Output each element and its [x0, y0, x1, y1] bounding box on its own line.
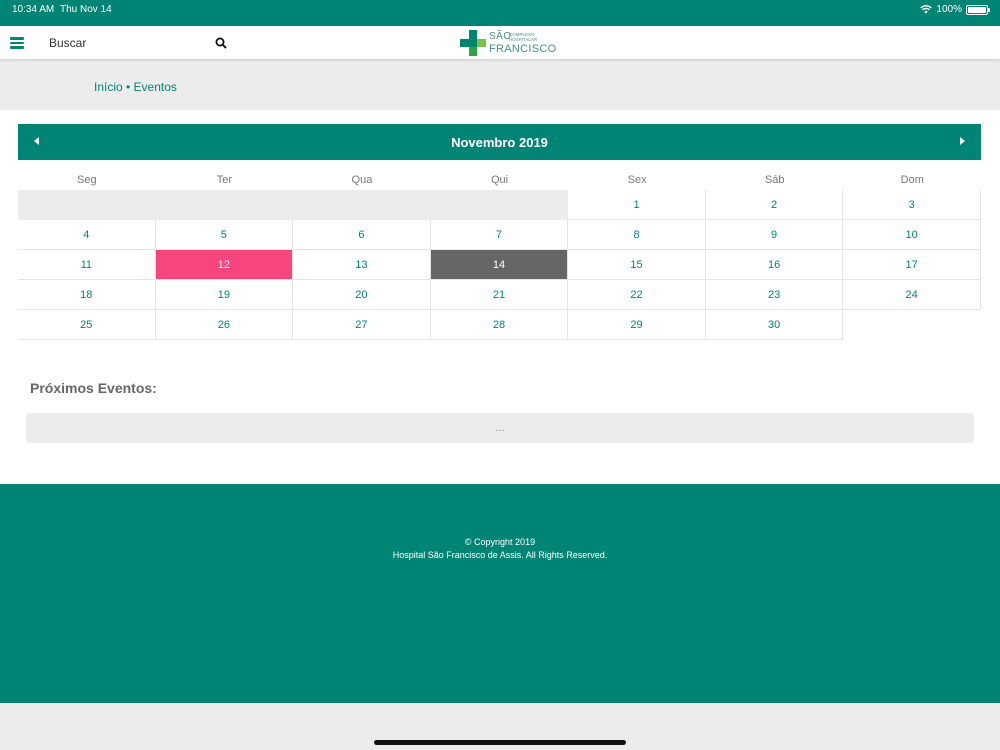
next-month-icon[interactable]	[960, 137, 965, 145]
calendar-day[interactable]: 9	[705, 220, 844, 250]
calendar-empty-cell	[430, 190, 569, 220]
calendar-week-row: 4 5 6 7 8 9 10	[18, 220, 981, 250]
calendar-day[interactable]: 8	[568, 220, 706, 250]
weekday-header: Seg Ter Qua Qui Sex Sáb Dom	[18, 170, 981, 190]
calendar-day[interactable]: 4	[18, 220, 156, 250]
calendar-day[interactable]: 23	[705, 280, 844, 310]
calendar-day[interactable]: 22	[568, 280, 706, 310]
search-icon[interactable]	[215, 37, 227, 49]
calendar-week-row: 123	[18, 190, 981, 220]
calendar-day[interactable]: 6	[293, 220, 431, 250]
weekday-label: Qui	[490, 174, 509, 186]
status-date: Thu Nov 14	[60, 4, 112, 15]
top-header: Buscar SÃO COMPLEXO HOSPITALAR FRANCISCO	[0, 26, 1000, 59]
weekday-label: Seg	[77, 174, 97, 186]
search-input[interactable]: Buscar	[49, 36, 86, 50]
menu-icon[interactable]	[10, 37, 24, 49]
footer-copyright: © Copyright 2019	[464, 537, 536, 547]
calendar-week-row: 18 19 20 21 22 23 24	[18, 280, 981, 310]
calendar-empty-cell	[18, 190, 156, 220]
weekday-label: Sáb	[764, 174, 785, 186]
footer: © Copyright 2019 Hospital São Francisco …	[0, 484, 1000, 703]
calendar-grid: 1 2 3 4 5 6 7 8 9 10 11 12 13 14 15 16 17 18 19 20 21 22 23 24 2…	[18, 190, 981, 340]
calendar-day[interactable]: 26	[155, 310, 294, 340]
calendar-day[interactable]: 21	[430, 280, 569, 310]
calendar-empty-cell	[293, 190, 431, 220]
logo[interactable]: SÃO COMPLEXO HOSPITALAR FRANCISCO	[460, 30, 556, 56]
calendar-day[interactable]: 11	[18, 250, 156, 280]
weekday-label: Sex	[627, 174, 647, 186]
battery-percent: 100%	[936, 4, 962, 15]
calendar-week-row: 11 12 13 14 15 16 17	[18, 250, 981, 280]
calendar-day[interactable]: 18	[18, 280, 156, 310]
calendar-day[interactable]: 28	[430, 310, 569, 340]
month-title: Novembro 2019	[451, 135, 548, 150]
battery-icon	[966, 4, 990, 15]
main-card: Novembro 2019 Seg Ter Qua Qui Sex Sáb Dom 1234…	[0, 110, 1000, 484]
weekday-label: Qua	[351, 174, 373, 186]
calendar-day[interactable]: 19	[155, 280, 294, 310]
calendar-day[interactable]: 10	[843, 220, 981, 250]
calendar-empty-cell	[843, 310, 981, 340]
breadcrumb[interactable]: Início • Eventos	[94, 80, 177, 94]
footer-rights: Hospital São Francisco de Assis. All Rig…	[392, 550, 608, 560]
status-bar: 10:34 AM Thu Nov 14 100%	[0, 0, 1000, 26]
calendar-day[interactable]: 5	[155, 220, 294, 250]
calendar-day[interactable]: 3	[843, 190, 981, 220]
calendar-day[interactable]: 25	[18, 310, 156, 340]
calendar-day[interactable]: 30	[705, 310, 844, 340]
calendar-day[interactable]: 12	[155, 250, 294, 280]
logo-small-text: COMPLEXO HOSPITALAR	[509, 32, 538, 42]
calendar-day[interactable]: 20	[293, 280, 431, 310]
calendar-header: Novembro 2019	[18, 124, 981, 160]
calendar-day[interactable]: 17	[843, 250, 981, 280]
calendar-day[interactable]: 13	[293, 250, 431, 280]
weekday-label: Dom	[900, 174, 924, 186]
weekday-label: Ter	[216, 174, 232, 186]
wifi-icon	[920, 5, 933, 14]
calendar-day[interactable]: 15	[568, 250, 706, 280]
calendar-day[interactable]: 16	[705, 250, 844, 280]
home-indicator	[374, 740, 626, 745]
calendar-day[interactable]: 24	[843, 280, 981, 310]
logo-cross-icon	[460, 30, 486, 56]
calendar-day[interactable]: 7	[430, 220, 569, 250]
calendar-day[interactable]: 2	[705, 190, 844, 220]
status-time: 10:34 AM	[12, 4, 55, 15]
calendar-day[interactable]: 27	[293, 310, 431, 340]
calendar-empty-cell	[155, 190, 294, 220]
events-title: Próximos Eventos:	[30, 380, 157, 396]
events-list: ...	[26, 413, 974, 443]
calendar-week-row: 25 26 27 28 29 30	[18, 310, 981, 340]
logo-text-line2: FRANCISCO	[489, 43, 557, 55]
calendar-day[interactable]: 29	[568, 310, 706, 340]
calendar-day[interactable]: 1	[568, 190, 706, 220]
status-right: 100%	[920, 4, 990, 15]
calendar-day[interactable]: 14	[430, 250, 569, 280]
